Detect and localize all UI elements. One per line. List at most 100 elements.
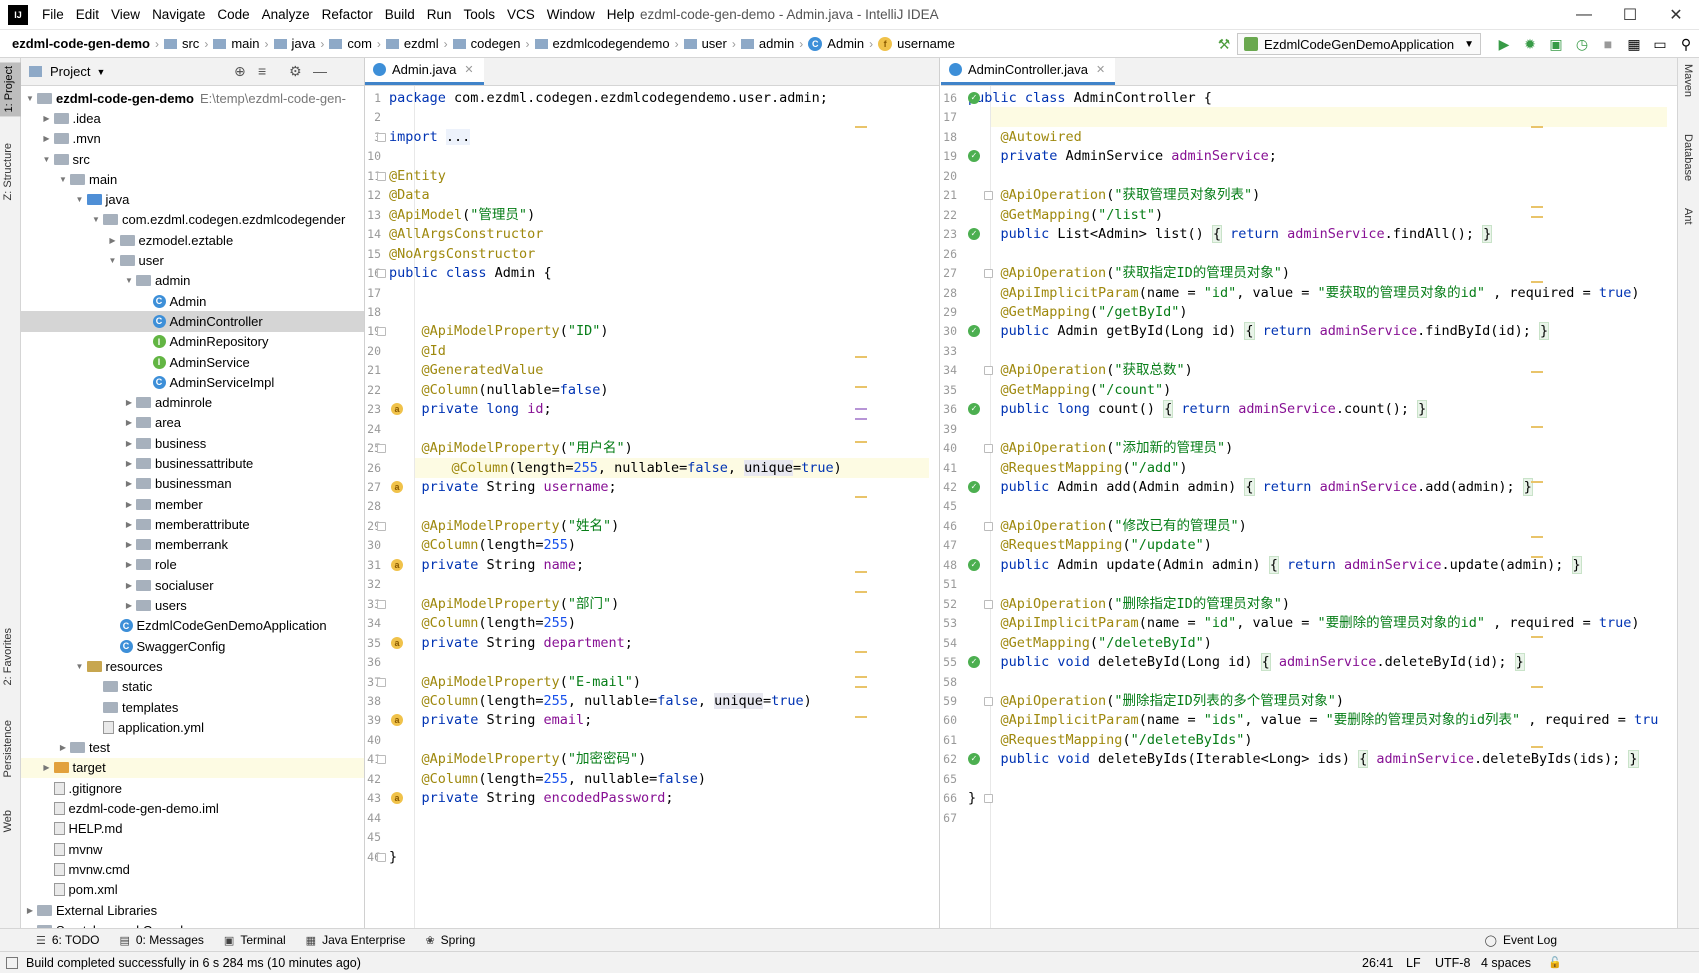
collapse-arrow-icon[interactable]: ▼ [73, 662, 87, 671]
frame-icon[interactable]: ▭ [1647, 32, 1673, 56]
fold-marker-icon[interactable] [377, 677, 386, 687]
tool-tab-structure[interactable]: Z: Structure [2, 143, 14, 200]
lombok-annotation-icon[interactable]: a [391, 558, 403, 571]
tree-item[interactable]: C Admin [21, 291, 364, 311]
expand-arrow-icon[interactable]: ▶ [122, 479, 136, 488]
bottom-tool-spring[interactable]: ❀ Spring [417, 933, 487, 947]
fold-marker-icon[interactable] [984, 366, 993, 376]
fold-marker-icon[interactable] [377, 132, 386, 142]
expand-arrow-icon[interactable]: ▶ [122, 459, 136, 468]
scrollbar-marker[interactable] [1531, 281, 1543, 283]
collapse-arrow-icon[interactable]: ▼ [73, 195, 87, 204]
tool-tab-database[interactable]: Database [1682, 134, 1694, 181]
locate-icon[interactable]: ⊕ [234, 63, 246, 80]
tree-item[interactable]: ezdml-code-gen-demo.iml [21, 798, 364, 818]
code-line[interactable] [958, 341, 1667, 361]
scrollbar-marker[interactable] [855, 496, 867, 498]
bottom-tool-0-messages[interactable]: ▤ 0: Messages [111, 933, 215, 947]
code-line[interactable]: @ApiOperation("添加新的管理员") [958, 438, 1667, 458]
expand-arrow-icon[interactable]: ▶ [40, 114, 54, 123]
scrollbar-marker[interactable] [1531, 481, 1543, 483]
scrollbar-marker[interactable] [855, 126, 867, 128]
tree-item[interactable]: static [21, 677, 364, 697]
code-line[interactable] [958, 419, 1667, 439]
scrollbar-marker[interactable] [855, 356, 867, 358]
scrollbar-marker[interactable] [1531, 686, 1543, 688]
code-line[interactable]: private String encodedPassword; [385, 788, 929, 808]
spring-bean-icon[interactable]: ✓ [968, 481, 980, 493]
scrollbar-marker[interactable] [1531, 746, 1543, 748]
tool-tab-web[interactable]: Web [2, 810, 14, 832]
code-line[interactable]: @ApiOperation("获取总数") [958, 360, 1667, 380]
close-tab-icon[interactable]: ✕ [1096, 63, 1105, 76]
run-config-dropdown[interactable]: EzdmlCodeGenDemoApplication ▼ [1237, 33, 1481, 55]
tool-tab-project[interactable]: 1: Project [0, 62, 21, 117]
scrollbar-marker[interactable] [1531, 536, 1543, 538]
tree-item[interactable]: ▶ businessattribute [21, 453, 364, 473]
code-line[interactable] [385, 146, 929, 166]
collapse-arrow-icon[interactable]: ▼ [89, 215, 103, 224]
breadcrumb-item[interactable]: codegen [449, 36, 525, 51]
code-line[interactable]: package com.ezdml.codegen.ezdmlcodegende… [385, 88, 929, 108]
tree-item[interactable]: ▶ test [21, 738, 364, 758]
tool-tab-favorites[interactable]: 2: Favorites [2, 628, 14, 685]
menu-item-run[interactable]: Run [421, 0, 458, 30]
scrollbar-marker[interactable] [855, 571, 867, 573]
tree-item[interactable]: ▼ src [21, 149, 364, 169]
tree-item[interactable]: .gitignore [21, 778, 364, 798]
chevron-down-icon[interactable]: ▼ [96, 67, 105, 77]
fold-marker-icon[interactable] [984, 521, 993, 531]
spring-bean-icon[interactable]: ✓ [968, 656, 980, 669]
breadcrumb-item[interactable]: f username [874, 36, 959, 51]
tree-item[interactable]: ▶ users [21, 595, 364, 615]
tree-item[interactable]: ▼ resources [21, 656, 364, 676]
tree-item[interactable]: C AdminServiceImpl [21, 372, 364, 392]
tree-item[interactable]: ▶ External Libraries [21, 900, 364, 920]
code-line[interactable]: @ApiOperation("获取指定ID的管理员对象") [958, 263, 1667, 283]
menu-item-file[interactable]: File [36, 0, 70, 30]
tree-item[interactable]: ▶ ezmodel.eztable [21, 230, 364, 250]
gear-icon[interactable]: ⚙ [289, 63, 302, 80]
scrollbar-marker[interactable] [855, 686, 867, 688]
expand-arrow-icon[interactable]: ▶ [122, 439, 136, 448]
expand-arrow-icon[interactable]: ▶ [23, 906, 37, 915]
scrollbar-marker[interactable] [855, 591, 867, 593]
code-line[interactable]: @NoArgsConstructor [385, 244, 929, 264]
scrollbar-marker[interactable] [1531, 126, 1543, 128]
bottom-tool-terminal[interactable]: ▣ Terminal [216, 933, 298, 947]
project-structure-icon[interactable]: ▦ [1621, 32, 1647, 56]
menu-item-analyze[interactable]: Analyze [256, 0, 316, 30]
code-area-left[interactable]: 1231011121314151617181920212223242526272… [365, 86, 939, 928]
code-line[interactable] [385, 574, 929, 594]
profile-icon[interactable]: ◷ [1569, 32, 1595, 56]
expand-arrow-icon[interactable]: ▶ [122, 520, 136, 529]
menu-item-refactor[interactable]: Refactor [316, 0, 379, 30]
tree-item[interactable]: ▶ area [21, 413, 364, 433]
code-line[interactable]: @Entity [385, 166, 929, 186]
tree-item[interactable]: templates [21, 697, 364, 717]
hide-panel-icon[interactable]: — [313, 63, 327, 79]
fold-marker-icon[interactable] [377, 852, 386, 862]
file-encoding[interactable]: UTF-8 [1435, 956, 1470, 970]
scrollbar-marker[interactable] [855, 408, 867, 410]
collapse-arrow-icon[interactable]: ▼ [40, 155, 54, 164]
close-window-button[interactable]: ✕ [1653, 0, 1699, 30]
tree-item[interactable]: ▶ socialuser [21, 575, 364, 595]
tree-item[interactable]: C AdminController [21, 311, 364, 332]
spring-bean-icon[interactable]: ✓ [968, 558, 980, 571]
code-line[interactable] [958, 496, 1667, 516]
scrollbar-marker[interactable] [1531, 216, 1543, 218]
maximize-button[interactable]: ☐ [1607, 0, 1653, 30]
code-line[interactable]: @ApiImplicitParam(name = "id", value = "… [958, 613, 1667, 633]
code-line[interactable] [958, 166, 1667, 186]
code-line[interactable]: @GetMapping("/getById") [958, 302, 1667, 322]
code-line[interactable]: private AdminService adminService; [958, 146, 1667, 166]
tree-item[interactable]: ▶ .idea [21, 108, 364, 128]
code-line[interactable]: public List<Admin> list() { return admin… [958, 224, 1667, 244]
tree-item[interactable]: ▶ memberrank [21, 535, 364, 555]
code-line[interactable] [958, 808, 1667, 828]
breadcrumb-item[interactable]: ezdml-code-gen-demo [8, 36, 154, 51]
tool-tab-ant[interactable]: Ant [1682, 208, 1694, 225]
tree-item[interactable]: ▶ adminrole [21, 392, 364, 412]
collapse-arrow-icon[interactable]: ▼ [106, 256, 120, 265]
